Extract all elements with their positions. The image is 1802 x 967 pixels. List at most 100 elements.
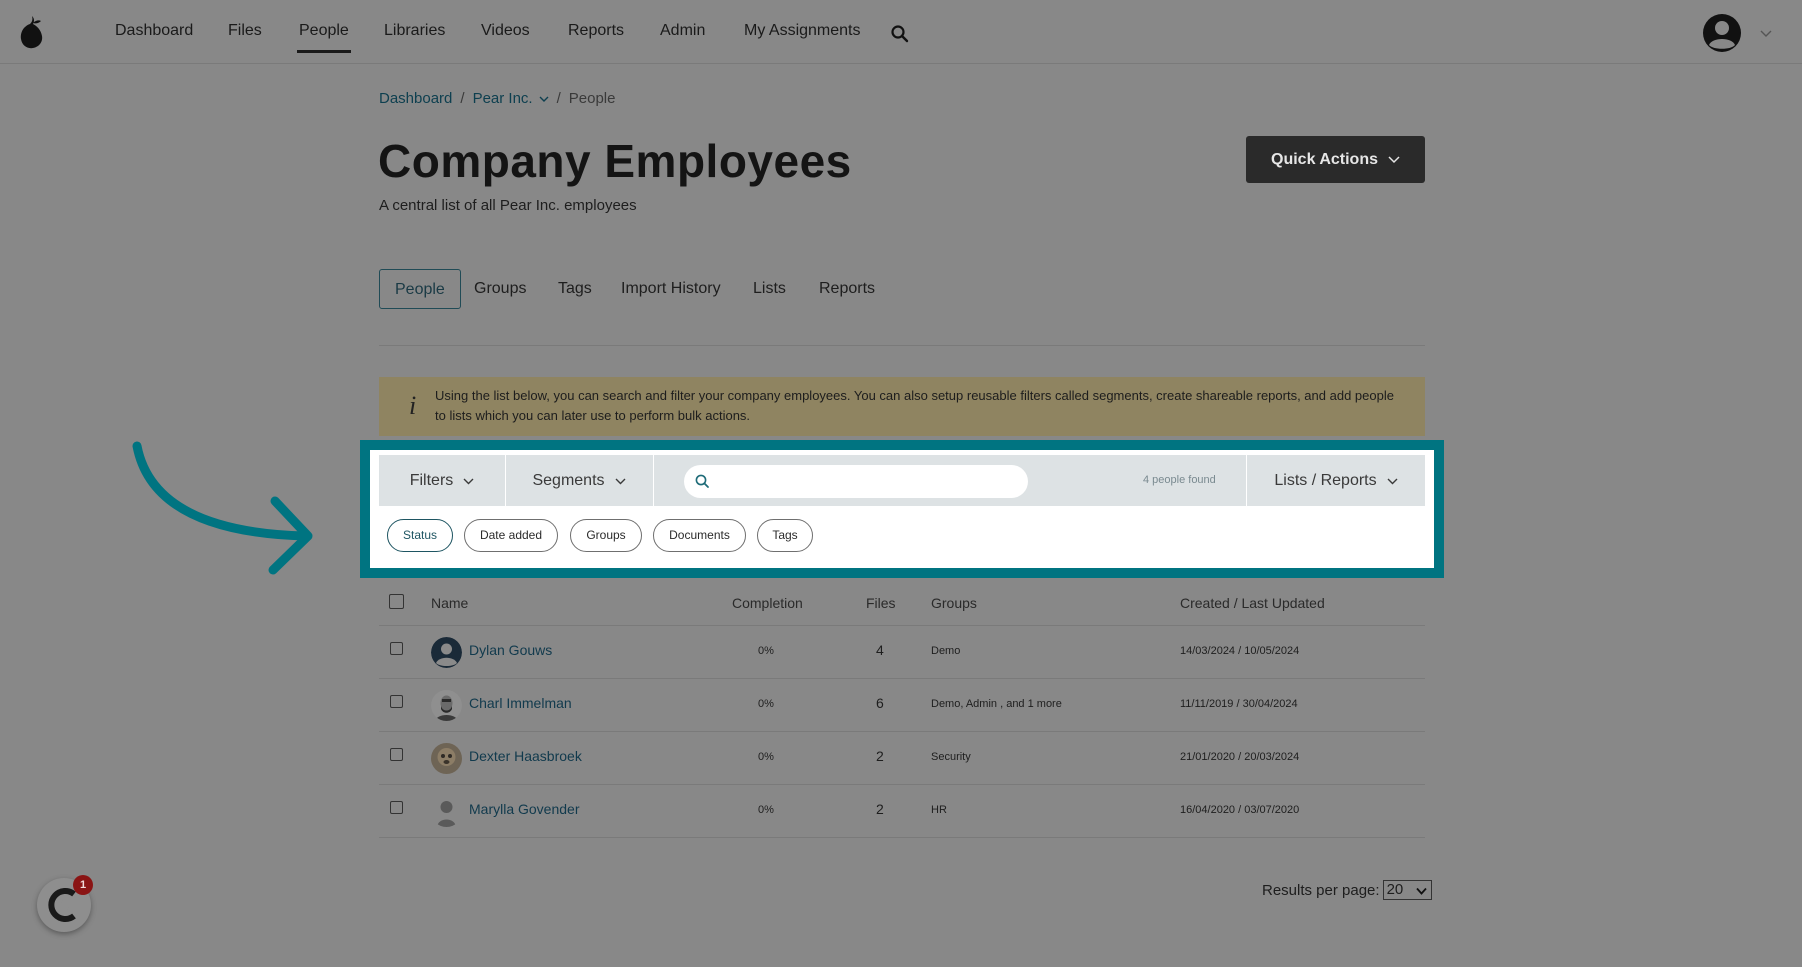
results-per-page: Results per page: 20 <box>1262 880 1432 900</box>
breadcrumb-separator: / <box>460 90 465 107</box>
files-count: 4 <box>876 642 884 658</box>
breadcrumb-company[interactable]: Pear Inc. <box>473 90 533 107</box>
chip-date-added[interactable]: Date added <box>464 519 558 552</box>
per-page-value: 20 <box>1386 881 1404 898</box>
row-checkbox[interactable] <box>390 642 403 655</box>
tab-reports[interactable]: Reports <box>819 269 875 309</box>
filter-panel-highlight: Filters Segments 4 people found Lists / … <box>360 440 1444 578</box>
avatar <box>431 743 462 774</box>
search-icon <box>695 474 709 488</box>
info-text: Using the list below, you can search and… <box>435 388 1394 423</box>
filter-bar: Filters Segments 4 people found Lists / … <box>379 455 1425 506</box>
user-avatar-icon[interactable] <box>1702 13 1742 53</box>
chip-tags[interactable]: Tags <box>757 519 813 552</box>
dates-value: 11/11/2019 / 30/04/2024 <box>1180 698 1298 710</box>
chevron-down-icon[interactable] <box>539 95 549 103</box>
table-row[interactable]: Marylla Govender 0% 2 HR 16/04/2020 / 03… <box>379 785 1425 838</box>
completion-value: 0% <box>758 804 774 816</box>
breadcrumb-dashboard[interactable]: Dashboard <box>379 90 452 107</box>
column-created-updated[interactable]: Created / Last Updated <box>1180 595 1325 611</box>
people-search-input[interactable] <box>684 465 1028 498</box>
completion-value: 0% <box>758 645 774 657</box>
dates-value: 14/03/2024 / 10/05/2024 <box>1180 645 1300 657</box>
quick-actions-label: Quick Actions <box>1271 150 1378 168</box>
tab-groups[interactable]: Groups <box>474 269 526 309</box>
lists-reports-dropdown[interactable]: Lists / Reports <box>1247 455 1425 506</box>
top-navigation: Dashboard Files People Libraries Videos … <box>0 0 1802 64</box>
filters-label: Filters <box>409 471 454 489</box>
table-row[interactable]: Dylan Gouws 0% 4 Demo 14/03/2024 / 10/05… <box>379 626 1425 679</box>
table-row[interactable]: Charl Immelman 0% 6 Demo, Admin , and 1 … <box>379 679 1425 732</box>
person-name-link[interactable]: Dylan Gouws <box>469 642 552 658</box>
groups-value: Demo, Admin , and 1 more <box>931 698 1062 710</box>
files-count: 2 <box>876 801 884 817</box>
avatar <box>431 690 462 721</box>
row-checkbox[interactable] <box>390 801 403 814</box>
chip-documents[interactable]: Documents <box>653 519 746 552</box>
nav-dashboard[interactable]: Dashboard <box>115 22 193 40</box>
nav-reports[interactable]: Reports <box>568 22 624 40</box>
segments-dropdown[interactable]: Segments <box>506 455 652 506</box>
nav-libraries[interactable]: Libraries <box>384 22 445 40</box>
divider <box>379 345 1425 346</box>
arrow-annotation-icon <box>132 441 313 575</box>
filters-dropdown[interactable]: Filters <box>379 455 505 506</box>
tab-import-history[interactable]: Import History <box>621 269 721 309</box>
column-files[interactable]: Files <box>866 595 896 611</box>
avatar <box>437 801 456 827</box>
tab-lists[interactable]: Lists <box>753 269 786 309</box>
tab-tags[interactable]: Tags <box>558 269 592 309</box>
row-checkbox[interactable] <box>390 748 403 761</box>
files-count: 6 <box>876 695 884 711</box>
dates-value: 21/01/2020 / 20/03/2024 <box>1180 751 1300 763</box>
nav-people[interactable]: People <box>297 22 351 53</box>
groups-value: Demo <box>931 645 961 657</box>
search-icon[interactable] <box>890 24 910 44</box>
page-title: Company Employees <box>378 135 852 187</box>
chip-status[interactable]: Status <box>387 519 453 552</box>
person-name-link[interactable]: Marylla Govender <box>469 801 580 817</box>
segments-label: Segments <box>532 471 605 489</box>
chevron-down-icon <box>1388 156 1400 164</box>
nav-admin[interactable]: Admin <box>660 22 705 40</box>
results-per-page-select[interactable]: 20 <box>1382 880 1432 900</box>
chevron-down-icon <box>1415 887 1427 895</box>
select-all-checkbox[interactable] <box>389 594 404 609</box>
results-per-page-label: Results per page: <box>1262 881 1380 899</box>
tab-people[interactable]: People <box>379 269 461 309</box>
dates-value: 16/04/2020 / 03/07/2020 <box>1180 804 1300 816</box>
completion-value: 0% <box>758 698 774 710</box>
info-banner: i Using the list below, you can search a… <box>379 377 1425 436</box>
table-header: Name Completion Files Groups Created / L… <box>379 588 1425 626</box>
chevron-down-icon <box>463 478 474 484</box>
groups-value: Security <box>931 751 971 763</box>
nav-my-assignments[interactable]: My Assignments <box>744 22 860 40</box>
completion-value: 0% <box>758 751 774 763</box>
pear-logo-icon[interactable] <box>18 14 44 50</box>
column-name[interactable]: Name <box>431 595 468 611</box>
notification-badge: 1 <box>73 875 93 895</box>
row-checkbox[interactable] <box>390 695 403 708</box>
chip-groups[interactable]: Groups <box>570 519 642 552</box>
table-row[interactable]: Dexter Haasbroek 0% 2 Security 21/01/202… <box>379 732 1425 785</box>
avatar <box>431 637 462 668</box>
breadcrumb-current: People <box>568 90 616 107</box>
breadcrumb: Dashboard / Pear Inc. / People <box>379 90 615 107</box>
person-name-link[interactable]: Dexter Haasbroek <box>469 748 582 764</box>
lists-reports-label: Lists / Reports <box>1274 471 1377 489</box>
quick-actions-button[interactable]: Quick Actions <box>1246 136 1425 183</box>
info-icon: i <box>409 391 417 420</box>
nav-files[interactable]: Files <box>228 22 262 40</box>
breadcrumb-separator: / <box>556 90 561 107</box>
chevron-down-icon <box>1387 478 1398 484</box>
files-count: 2 <box>876 748 884 764</box>
nav-videos[interactable]: Videos <box>481 22 530 40</box>
chevron-down-icon <box>615 478 626 484</box>
person-name-link[interactable]: Charl Immelman <box>469 695 572 711</box>
groups-value: HR <box>931 804 947 816</box>
column-completion[interactable]: Completion <box>732 595 803 611</box>
chevron-down-icon[interactable] <box>1760 28 1772 38</box>
divider <box>653 455 654 506</box>
people-count: 4 people found <box>1143 474 1216 486</box>
column-groups[interactable]: Groups <box>931 595 977 611</box>
